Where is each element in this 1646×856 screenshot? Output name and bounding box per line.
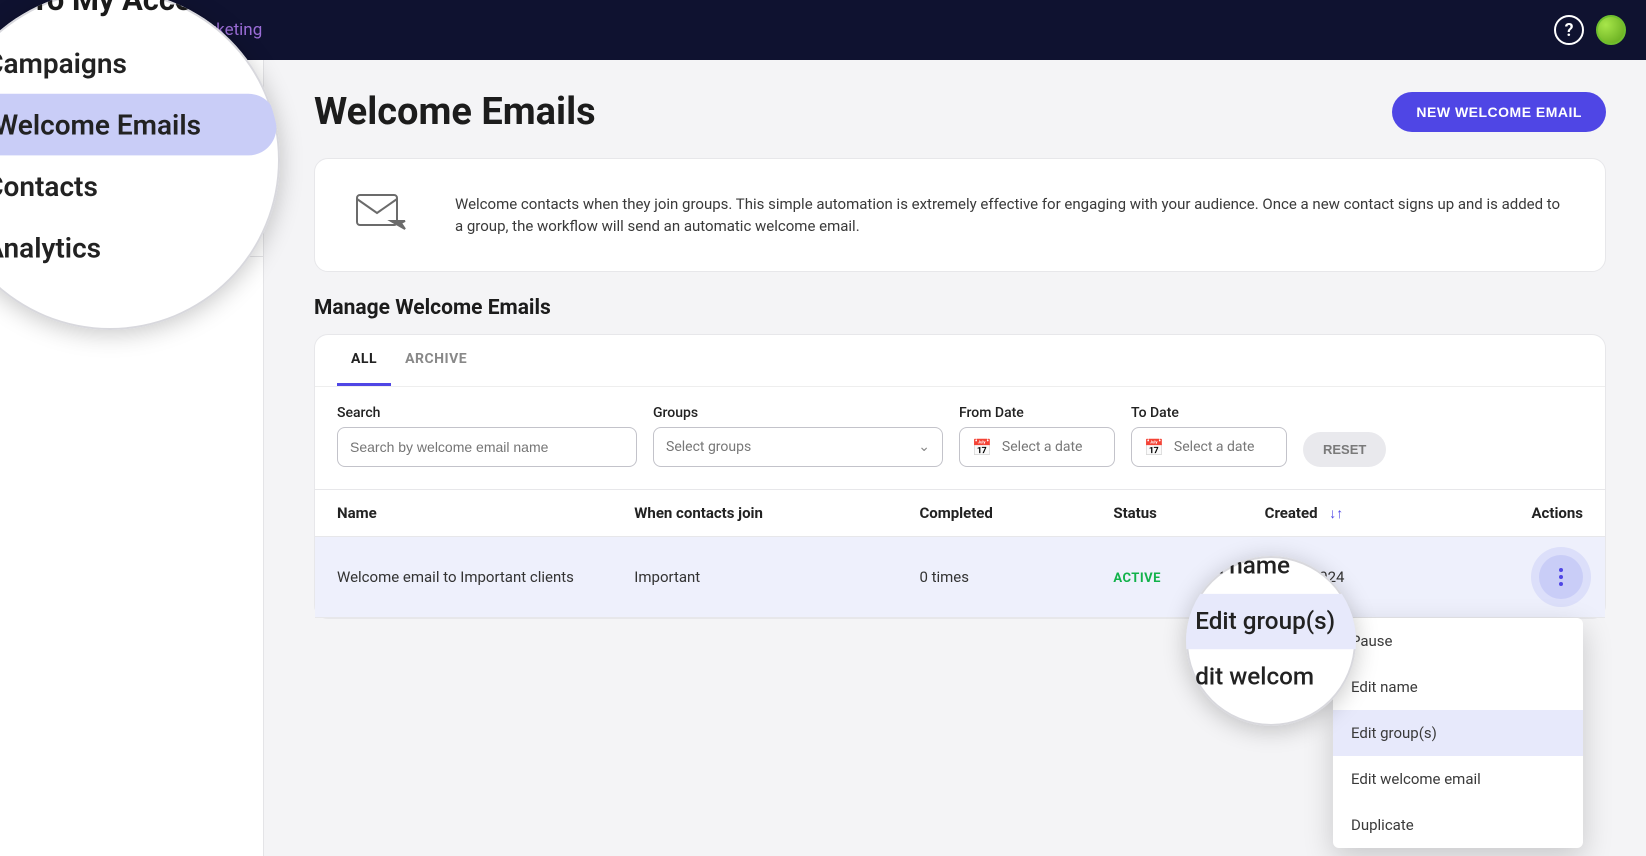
sidebar: Campaigns Welcome Emails Contacts ⌄ Anal… <box>0 60 264 856</box>
help-icon[interactable]: ? <box>1554 15 1584 45</box>
sidebar-item-label: Campaigns <box>52 91 128 109</box>
col-status: Status <box>1091 490 1242 537</box>
row-actions-button[interactable] <box>1539 555 1583 599</box>
cell-completed: 0 times <box>897 537 1091 618</box>
tabs: ALL ARCHIVE <box>315 335 1605 387</box>
envelope-icon <box>20 90 40 110</box>
feedback-link[interactable]: Share your feedback <box>20 274 147 290</box>
from-date-input[interactable]: 📅 Select a date <box>959 427 1115 467</box>
date-placeholder: Select a date <box>1002 439 1083 455</box>
more-vertical-icon <box>1559 568 1563 586</box>
app-title: Email Marketing <box>140 20 262 40</box>
info-text: Welcome contacts when they join groups. … <box>455 193 1569 238</box>
col-completed: Completed <box>897 490 1091 537</box>
dropdown-edit-groups[interactable]: Edit group(s) <box>1333 710 1583 756</box>
chevron-down-icon: ⌄ <box>233 213 243 227</box>
filters-row: Search Groups Select groups ⌄ From Date … <box>315 387 1605 489</box>
sidebar-item-campaigns[interactable]: Campaigns <box>0 80 263 120</box>
info-card: Welcome contacts when they join groups. … <box>314 158 1606 272</box>
sidebar-item-welcome-emails[interactable]: Welcome Emails <box>10 120 253 160</box>
groups-placeholder: Select groups <box>666 439 751 455</box>
to-date-label: To Date <box>1131 405 1287 421</box>
calendar-icon: 📅 <box>1144 438 1164 457</box>
col-name: Name <box>315 490 612 537</box>
col-join: When contacts join <box>612 490 897 537</box>
actions-dropdown: Pause Edit name Edit group(s) Edit welco… <box>1333 618 1583 848</box>
dropdown-pause[interactable]: Pause <box>1333 618 1583 664</box>
search-label: Search <box>337 405 637 421</box>
account-avatar[interactable] <box>1596 15 1626 45</box>
sidebar-item-label: Welcome Emails <box>58 131 169 149</box>
sort-icon: ↓↑ <box>1329 506 1343 522</box>
groups-label: Groups <box>653 405 943 421</box>
tab-archive[interactable]: ARCHIVE <box>391 335 481 386</box>
groups-select[interactable]: Select groups ⌄ <box>653 427 943 467</box>
cell-join: Important <box>612 537 897 618</box>
col-created[interactable]: Created ↓↑ <box>1243 490 1448 537</box>
dropdown-edit-name[interactable]: Edit name <box>1333 664 1583 710</box>
page-title: Welcome Emails <box>314 90 596 134</box>
cell-actions <box>1447 537 1605 618</box>
sidebar-item-analytics[interactable]: Analytics ⌄ <box>0 200 263 240</box>
date-placeholder: Select a date <box>1174 439 1255 455</box>
chevron-down-icon: ⌄ <box>233 173 243 187</box>
dropdown-duplicate[interactable]: Duplicate <box>1333 802 1583 848</box>
chevron-down-icon: ⌄ <box>918 439 930 455</box>
reset-button[interactable]: RESET <box>1303 432 1386 467</box>
chart-icon <box>20 210 40 230</box>
status-badge: ACTIVE <box>1113 571 1161 586</box>
envelope-open-icon <box>26 130 46 150</box>
table-row[interactable]: Welcome email to Important clients Impor… <box>315 537 1605 618</box>
tab-all[interactable]: ALL <box>337 335 391 386</box>
welcome-emails-table: Name When contacts join Completed Status… <box>315 489 1605 618</box>
topbar: Email Marketing ? <box>0 0 1646 60</box>
new-welcome-email-button[interactable]: NEW WELCOME EMAIL <box>1392 92 1606 132</box>
calendar-icon: 📅 <box>972 438 992 457</box>
search-input[interactable] <box>337 427 637 467</box>
from-date-label: From Date <box>959 405 1115 421</box>
cell-status: ACTIVE <box>1091 537 1242 618</box>
sidebar-item-contacts[interactable]: Contacts ⌄ <box>0 160 263 200</box>
dropdown-edit-welcome-email[interactable]: Edit welcome email <box>1333 756 1583 802</box>
envelope-send-icon <box>351 187 415 243</box>
people-icon <box>20 170 40 190</box>
manage-panel: ALL ARCHIVE Search Groups Select groups … <box>314 334 1606 619</box>
sidebar-item-label: Analytics <box>52 211 113 229</box>
main-content: Welcome Emails NEW WELCOME EMAIL Welcome… <box>264 60 1646 856</box>
col-actions: Actions <box>1447 490 1605 537</box>
section-title: Manage Welcome Emails <box>314 296 1606 320</box>
cell-name: Welcome email to Important clients <box>315 537 612 618</box>
sidebar-item-label: Contacts <box>52 171 112 189</box>
to-date-input[interactable]: 📅 Select a date <box>1131 427 1287 467</box>
cell-created: 09/12/2024 <box>1243 537 1448 618</box>
